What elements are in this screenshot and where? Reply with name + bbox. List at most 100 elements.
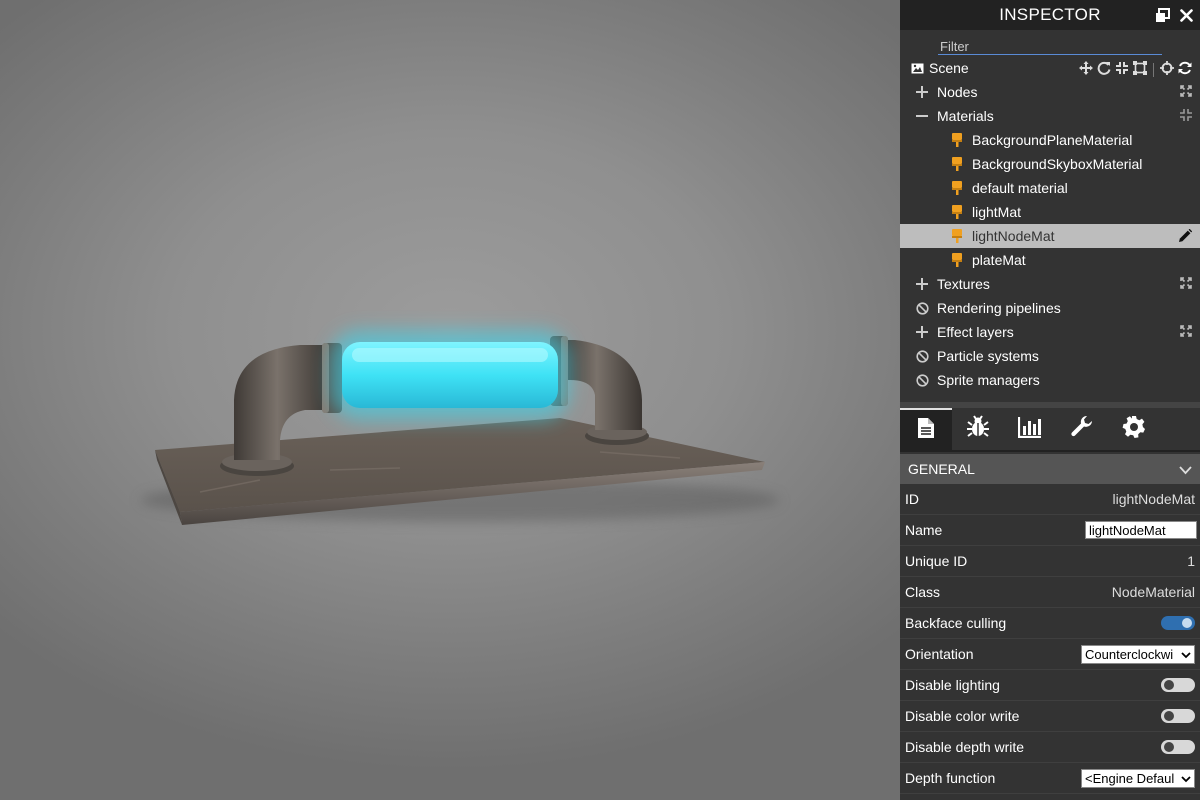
name-field[interactable] — [1085, 521, 1197, 539]
pencil-icon[interactable] — [1178, 229, 1192, 243]
tree-row-material-selected[interactable]: lightNodeMat — [900, 224, 1200, 248]
general-header-label: GENERAL — [908, 461, 975, 477]
disable-depth-write-toggle[interactable] — [1161, 740, 1195, 754]
paint-brush-icon — [950, 157, 964, 171]
tab-tools[interactable] — [1056, 408, 1108, 450]
prop-row-depth-function: Depth function <Engine Defaul — [900, 763, 1200, 794]
expand-icon[interactable] — [1180, 85, 1192, 97]
tree-row-materials[interactable]: Materials — [900, 104, 1200, 128]
inspector-panel: INSPECTOR Scene — [900, 0, 1200, 800]
tree-row-material[interactable]: plateMat — [900, 248, 1200, 272]
prop-row-disable-depth-write: Disable depth write — [900, 732, 1200, 763]
chevron-down-icon[interactable] — [1179, 462, 1192, 478]
textures-label: Textures — [937, 276, 990, 292]
rotate-gizmo-icon[interactable] — [1097, 61, 1111, 78]
tree-row-rendering-pipelines[interactable]: Rendering pipelines — [900, 296, 1200, 320]
close-icon[interactable] — [1178, 6, 1194, 24]
backface-culling-toggle[interactable] — [1161, 616, 1195, 630]
class-value: NodeMaterial — [1111, 584, 1195, 600]
prop-row-backface-culling: Backface culling — [900, 608, 1200, 639]
orientation-label: Orientation — [905, 646, 974, 662]
ban-icon — [915, 301, 929, 315]
material-label: lightMat — [972, 204, 1022, 220]
image-icon — [910, 61, 924, 75]
minus-icon[interactable] — [915, 109, 929, 123]
expand-icon[interactable] — [1180, 277, 1192, 289]
tree-row-material[interactable]: BackgroundSkyboxMaterial — [900, 152, 1200, 176]
plus-icon[interactable] — [915, 277, 929, 291]
inspector-title: INSPECTOR — [999, 5, 1101, 24]
bug-icon — [966, 414, 990, 444]
scene-label: Scene — [929, 60, 969, 76]
crosshair-icon[interactable] — [1160, 61, 1174, 78]
ban-icon — [915, 373, 929, 387]
wrench-icon — [1070, 415, 1094, 444]
rendering-pipelines-label: Rendering pipelines — [937, 300, 1061, 316]
id-value: lightNodeMat — [1112, 491, 1196, 507]
orientation-value: Counterclockwi — [1085, 646, 1174, 662]
scene-render — [140, 330, 780, 525]
chart-icon — [1017, 416, 1042, 443]
file-icon — [917, 417, 935, 444]
unique-id-value: 1 — [1187, 553, 1195, 569]
filter-row — [900, 30, 1200, 56]
disable-color-write-toggle[interactable] — [1161, 709, 1195, 723]
prop-row-class: Class NodeMaterial — [900, 577, 1200, 608]
tab-statistics[interactable] — [1004, 408, 1056, 450]
disable-lighting-toggle[interactable] — [1161, 678, 1195, 692]
filter-input[interactable] — [938, 38, 1162, 55]
prop-row-name: Name — [900, 515, 1200, 546]
depth-function-label: Depth function — [905, 770, 996, 786]
nodes-label: Nodes — [937, 84, 978, 100]
materials-label: Materials — [937, 108, 994, 124]
chevron-down-icon — [1181, 771, 1191, 786]
move-gizmo-icon[interactable] — [1079, 61, 1093, 78]
material-label: plateMat — [972, 252, 1026, 268]
tab-properties[interactable] — [900, 408, 952, 450]
scene-tree: Scene Nodes Materials BackgroundPlaneMat… — [900, 56, 1200, 392]
plus-icon[interactable] — [915, 85, 929, 99]
effect-layers-label: Effect layers — [937, 324, 1014, 340]
tree-row-scene[interactable]: Scene — [900, 56, 1200, 80]
particle-systems-label: Particle systems — [937, 348, 1039, 364]
tab-debug[interactable] — [952, 408, 1004, 450]
tree-row-material[interactable]: BackgroundPlaneMaterial — [900, 128, 1200, 152]
prop-row-disable-color-write: Disable color write — [900, 701, 1200, 732]
tree-row-textures[interactable]: Textures — [900, 272, 1200, 296]
inspector-header: INSPECTOR — [900, 0, 1200, 30]
class-label: Class — [905, 584, 941, 600]
general-section-header[interactable]: GENERAL — [900, 454, 1200, 484]
depth-function-select[interactable]: <Engine Defaul — [1081, 768, 1195, 788]
material-label: lightNodeMat — [972, 228, 1055, 244]
refresh-icon[interactable] — [1178, 61, 1192, 78]
expand-icon[interactable] — [1180, 325, 1192, 337]
tree-row-effect-layers[interactable]: Effect layers — [900, 320, 1200, 344]
tree-row-nodes[interactable]: Nodes — [900, 80, 1200, 104]
prop-row-id: ID lightNodeMat — [900, 484, 1200, 515]
tree-row-material[interactable]: lightMat — [900, 200, 1200, 224]
backface-culling-label: Backface culling — [905, 615, 1007, 631]
tab-settings[interactable] — [1108, 408, 1160, 450]
name-label: Name — [905, 522, 943, 538]
popout-icon[interactable] — [1154, 6, 1170, 24]
unique-id-label: Unique ID — [905, 553, 968, 569]
glowing-tube — [330, 330, 570, 420]
orientation-select[interactable]: Counterclockwi — [1081, 644, 1195, 664]
3d-viewport[interactable] — [0, 0, 900, 800]
prop-row-orientation: Orientation Counterclockwi — [900, 639, 1200, 670]
plus-icon[interactable] — [915, 325, 929, 339]
tree-row-material[interactable]: default material — [900, 176, 1200, 200]
prop-row-disable-lighting: Disable lighting — [900, 670, 1200, 701]
depth-function-value: <Engine Defaul — [1085, 770, 1175, 786]
sprite-managers-label: Sprite managers — [937, 372, 1040, 388]
scale-gizmo-icon[interactable] — [1115, 61, 1129, 78]
disable-color-write-label: Disable color write — [905, 708, 1020, 724]
disable-depth-write-label: Disable depth write — [905, 739, 1025, 755]
tree-row-particle-systems[interactable]: Particle systems — [900, 344, 1200, 368]
chevron-down-icon — [1181, 647, 1191, 662]
paint-brush-icon — [950, 133, 964, 147]
bounding-box-gizmo-icon[interactable] — [1133, 61, 1147, 78]
material-label: BackgroundPlaneMaterial — [972, 132, 1133, 148]
tree-row-sprite-managers[interactable]: Sprite managers — [900, 368, 1200, 392]
collapse-icon[interactable] — [1180, 109, 1192, 121]
